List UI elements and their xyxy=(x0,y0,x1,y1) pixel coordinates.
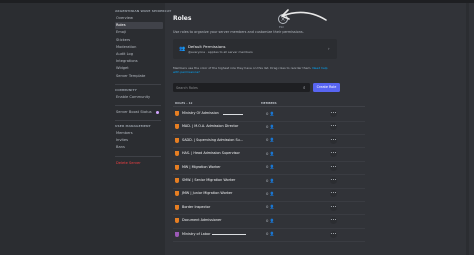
default-permissions-subtitle: @everyone · applies to all server member… xyxy=(188,50,253,54)
table-row[interactable]: Border Inspector 0 👤 ••• xyxy=(173,202,365,215)
table-row[interactable]: Document Admissioner 0 👤 ••• xyxy=(173,215,365,229)
person-icon: 0 👤 xyxy=(266,204,275,210)
sidebar-item-label: Server Boost Status xyxy=(116,109,152,114)
default-permissions-title: Default Permissions xyxy=(188,44,226,49)
table-row[interactable]: MW | Migration Worker 0 👤 ••• xyxy=(173,162,365,175)
search-roles-field[interactable]: Search Roles ⌕ xyxy=(173,83,310,92)
community-category: COMMUNITY xyxy=(115,87,137,92)
row-divider xyxy=(173,241,365,242)
shield-icon xyxy=(175,191,179,197)
sidebar-item-bans[interactable]: Bans xyxy=(115,144,163,151)
table-row[interactable]: JMW | Junior Migration Worker 0 👤 ••• xyxy=(173,188,365,202)
role-name: Ministry of Labor xyxy=(182,231,211,236)
person-icon: 0 👤 xyxy=(266,231,275,237)
sidebar-item-overview[interactable]: Overview xyxy=(115,15,163,22)
shield-icon xyxy=(175,151,179,157)
shield-icon xyxy=(175,218,179,224)
role-name: Border Inspector xyxy=(182,204,211,209)
person-icon: 0 👤 xyxy=(266,150,275,156)
sidebar-item-delete-server[interactable]: Delete Server xyxy=(115,160,163,167)
sidebar-item-server-template[interactable]: Server Template xyxy=(115,73,163,80)
user-management-category: USER MANAGEMENT xyxy=(115,124,151,129)
person-icon: 0 👤 xyxy=(266,110,275,116)
sidebar-divider xyxy=(115,104,161,106)
shield-icon xyxy=(175,178,179,183)
table-row[interactable]: MAD. | M.O.A. Admission Director 0 👤 ••• xyxy=(173,121,365,135)
more-icon[interactable]: ••• xyxy=(330,177,337,184)
sidebar-item-audit-log[interactable]: Audit Log xyxy=(115,51,163,58)
shield-icon xyxy=(175,124,179,130)
more-icon[interactable]: ••• xyxy=(330,150,337,158)
annotation-underline xyxy=(212,234,246,235)
table-row[interactable]: SADD. | Supervising Admission Su... 0 👤 ••… xyxy=(173,135,365,148)
sidebar-divider xyxy=(115,155,161,157)
role-name: Document Admissioner xyxy=(182,218,222,223)
role-name: SADD. | Supervising Admission Su... xyxy=(182,137,244,142)
boost-icon xyxy=(156,110,159,114)
person-icon: 0 👤 xyxy=(266,123,275,129)
person-icon: 0 👤 xyxy=(266,217,275,223)
sidebar-divider xyxy=(115,120,161,122)
shield-icon xyxy=(175,231,179,237)
server-name-category: ARGENTINIAN WAVE SPIDERCAT xyxy=(115,9,172,13)
annotation-underline xyxy=(223,113,243,114)
shield-icon xyxy=(175,164,179,170)
sidebar-item-server-boost[interactable]: Server Boost Status xyxy=(115,109,163,116)
more-icon[interactable]: ••• xyxy=(330,163,337,171)
sidebar-item-moderation[interactable]: Moderation xyxy=(115,44,163,51)
sidebar-item-roles[interactable]: Roles xyxy=(115,22,163,30)
roles-info-text: Members use the color of the highest rol… xyxy=(173,66,333,74)
role-name: JMW | Junior Migration Worker xyxy=(182,191,233,196)
members-column-header: MEMBERS xyxy=(261,101,277,105)
annotation-arrow xyxy=(281,9,327,21)
person-icon: 0 👤 xyxy=(266,164,275,170)
scrollbar[interactable] xyxy=(466,3,469,255)
person-icon: 0 👤 xyxy=(266,190,275,196)
sidebar-item-invites[interactable]: Invites xyxy=(115,137,163,144)
search-icon: ⌕ xyxy=(303,85,306,91)
more-icon[interactable]: ••• xyxy=(330,123,337,131)
more-icon[interactable]: ••• xyxy=(330,110,337,117)
role-name: SMW. | Senior Migration Worker xyxy=(182,178,236,182)
table-row[interactable]: Ministry Of Admission 0 👤 ••• xyxy=(173,108,365,121)
table-row[interactable]: HAS. | Head Admission Supervisor 0 👤 ••• xyxy=(173,148,365,162)
role-name: HAS. | Head Admission Supervisor xyxy=(182,151,240,156)
roles-panel: Roles Use roles to organize your server … xyxy=(165,3,465,255)
esc-hint: ESC xyxy=(279,26,285,29)
more-icon[interactable]: ••• xyxy=(330,190,337,198)
sidebar-item-enable-community[interactable]: Enable Community xyxy=(115,94,163,101)
settings-sidebar: ARGENTINIAN WAVE SPIDERCAT Overview Role… xyxy=(0,3,172,255)
sidebar-item-integrations[interactable]: Integrations xyxy=(115,58,163,65)
shield-icon xyxy=(175,111,179,116)
page-title: Roles xyxy=(173,15,192,22)
sidebar-item-widget[interactable]: Widget xyxy=(115,65,163,72)
sidebar-item-emoji[interactable]: Emoji xyxy=(115,29,163,36)
search-placeholder: Search Roles xyxy=(176,85,198,90)
role-name: Ministry Of Admission xyxy=(182,111,219,115)
person-icon: 0 👤 xyxy=(266,137,275,143)
shield-icon xyxy=(175,137,179,143)
create-role-button[interactable]: Create Role xyxy=(313,83,340,92)
page-subtitle: Use roles to organize your server member… xyxy=(173,30,304,34)
role-name: MW | Migration Worker xyxy=(182,164,221,169)
table-row[interactable]: Ministry of Labor 0 👤 ••• xyxy=(173,229,365,242)
shield-icon xyxy=(175,204,179,210)
more-icon[interactable]: ••• xyxy=(330,217,337,225)
more-icon[interactable]: ••• xyxy=(330,203,337,211)
more-icon[interactable]: ••• xyxy=(330,230,337,238)
sidebar-item-members[interactable]: Members xyxy=(115,130,163,137)
sidebar-item-stickers[interactable]: Stickers xyxy=(115,37,163,44)
role-name: MAD. | M.O.A. Admission Director xyxy=(182,124,239,129)
person-icon: 0 👤 xyxy=(266,177,275,183)
more-icon[interactable]: ••• xyxy=(330,136,337,144)
table-row[interactable]: SMW. | Senior Migration Worker 0 👤 ••• xyxy=(173,175,365,188)
default-permissions-card[interactable]: 👥 Default Permissions @everyone · applie… xyxy=(173,39,337,59)
people-icon: 👥 xyxy=(179,46,186,52)
header-divider xyxy=(173,106,365,107)
roles-column-header: ROLES – 12 xyxy=(175,101,193,105)
chevron-right-icon: › xyxy=(328,46,330,51)
sidebar-divider xyxy=(115,83,161,85)
